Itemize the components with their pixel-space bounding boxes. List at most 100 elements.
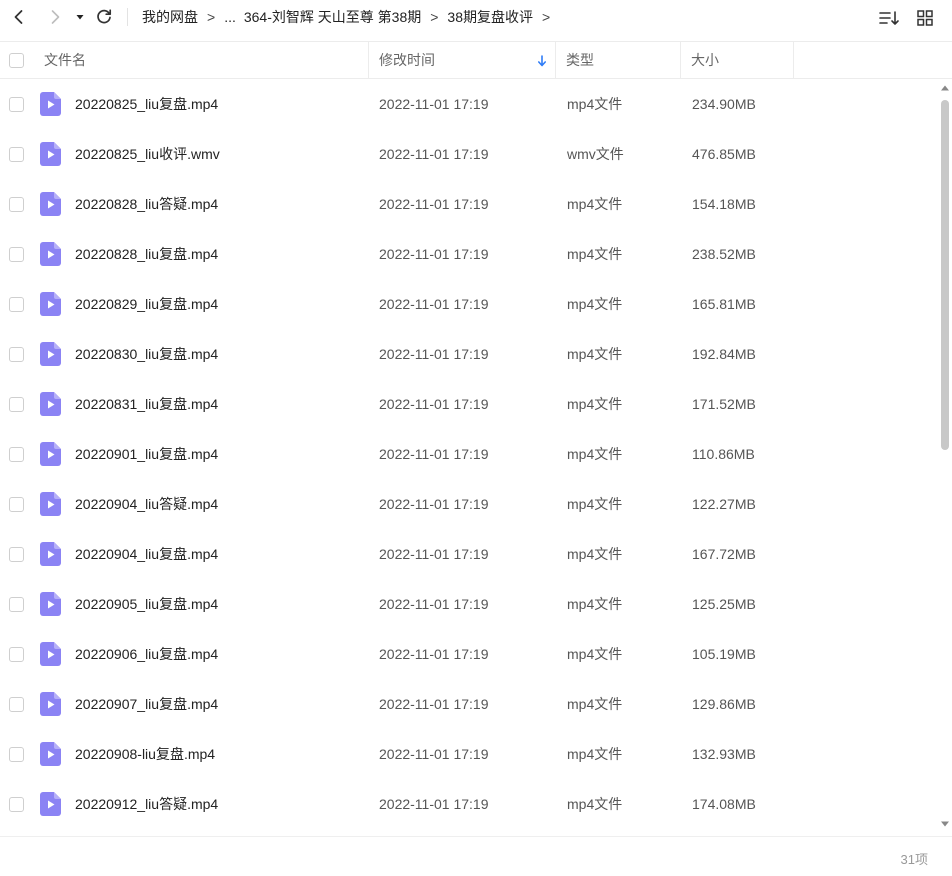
video-file-icon: [40, 342, 61, 366]
file-name[interactable]: 20220901_liu复盘.mp4: [75, 429, 218, 479]
file-name[interactable]: 20220828_liu答疑.mp4: [75, 179, 218, 229]
vertical-scrollbar[interactable]: [938, 84, 952, 832]
view-controls: [866, 5, 938, 31]
row-checkbox[interactable]: [9, 796, 24, 812]
row-checkbox[interactable]: [9, 546, 24, 562]
file-icon-cell: [40, 629, 61, 679]
file-size: 154.18MB: [692, 196, 756, 212]
table-row[interactable]: 20220904_liu复盘.mp4 2022-11-01 17:19 mp4文件 1…: [0, 529, 936, 579]
row-checkbox[interactable]: [9, 96, 24, 112]
table-header: 文件名 修改时间 类型 大小: [0, 41, 952, 79]
file-type: mp4文件: [567, 646, 623, 662]
refresh-button[interactable]: [91, 4, 117, 30]
file-name[interactable]: 20220825_liu收评.wmv: [75, 129, 220, 179]
file-name[interactable]: 20220825_liu复盘.mp4: [75, 79, 218, 129]
file-icon-cell: [40, 379, 61, 429]
row-checkbox-cell: [9, 129, 24, 179]
table-row[interactable]: 20220825_liu复盘.mp4 2022-11-01 17:19 mp4文件 2…: [0, 79, 936, 129]
file-type: mp4文件: [567, 446, 623, 462]
column-header-size[interactable]: 大小: [691, 42, 793, 78]
column-header-modified[interactable]: 修改时间: [379, 42, 555, 78]
file-name[interactable]: 20220904_liu答疑.mp4: [75, 479, 218, 529]
file-icon-cell: [40, 579, 61, 629]
file-name[interactable]: 20220906_liu复盘.mp4: [75, 629, 218, 679]
row-checkbox[interactable]: [9, 646, 24, 662]
column-header-modified-label: 修改时间: [379, 52, 435, 68]
column-header-type[interactable]: 类型: [566, 42, 680, 78]
file-icon-cell: [40, 779, 61, 829]
column-resizer[interactable]: [368, 42, 369, 78]
table-row[interactable]: 20220830_liu复盘.mp4 2022-11-01 17:19 mp4文件 1…: [0, 329, 936, 379]
file-type: mp4文件: [567, 346, 623, 362]
file-name[interactable]: 20220830_liu复盘.mp4: [75, 329, 218, 379]
back-button[interactable]: [6, 4, 32, 30]
file-name[interactable]: 20220904_liu复盘.mp4: [75, 529, 218, 579]
forward-button[interactable]: [42, 4, 68, 30]
file-type: mp4文件: [567, 796, 623, 812]
file-name[interactable]: 20220831_liu复盘.mp4: [75, 379, 218, 429]
row-checkbox[interactable]: [9, 296, 24, 312]
table-row[interactable]: 20220908-liu复盘.mp4 2022-11-01 17:19 mp4文件 1…: [0, 729, 936, 779]
row-checkbox-cell: [9, 579, 24, 629]
row-checkbox[interactable]: [9, 446, 24, 462]
table-row[interactable]: 20220825_liu收评.wmv 2022-11-01 17:19 wmv文件 4…: [0, 129, 936, 179]
table-row[interactable]: 20220901_liu复盘.mp4 2022-11-01 17:19 mp4文件 1…: [0, 429, 936, 479]
row-checkbox[interactable]: [9, 246, 24, 262]
file-name[interactable]: 20220907_liu复盘.mp4: [75, 679, 218, 729]
file-name[interactable]: 20220908-liu复盘.mp4: [75, 729, 215, 779]
file-type: mp4文件: [567, 246, 623, 262]
table-row[interactable]: 20220906_liu复盘.mp4 2022-11-01 17:19 mp4文件 1…: [0, 629, 936, 679]
table-row[interactable]: 20220829_liu复盘.mp4 2022-11-01 17:19 mp4文件 1…: [0, 279, 936, 329]
file-name[interactable]: 20220905_liu复盘.mp4: [75, 579, 218, 629]
row-checkbox-cell: [9, 679, 24, 729]
row-checkbox[interactable]: [9, 696, 24, 712]
file-icon-cell: [40, 479, 61, 529]
table-row[interactable]: 20220828_liu复盘.mp4 2022-11-01 17:19 mp4文件 2…: [0, 229, 936, 279]
file-name[interactable]: 20220829_liu复盘.mp4: [75, 279, 218, 329]
row-checkbox-cell: [9, 529, 24, 579]
table-row[interactable]: 20220905_liu复盘.mp4 2022-11-01 17:19 mp4文件 1…: [0, 579, 936, 629]
row-checkbox[interactable]: [9, 196, 24, 212]
column-resizer[interactable]: [555, 42, 556, 78]
table-row[interactable]: 20220831_liu复盘.mp4 2022-11-01 17:19 mp4文件 1…: [0, 379, 936, 429]
select-all-checkbox[interactable]: [9, 52, 24, 68]
grid-view-button[interactable]: [912, 5, 938, 31]
file-modified: 2022-11-01 17:19: [379, 796, 489, 812]
column-header-name[interactable]: 文件名: [44, 42, 368, 78]
row-checkbox[interactable]: [9, 746, 24, 762]
file-modified: 2022-11-01 17:19: [379, 646, 489, 662]
row-checkbox[interactable]: [9, 396, 24, 412]
history-dropdown-button[interactable]: [71, 4, 89, 30]
table-row[interactable]: 20220828_liu答疑.mp4 2022-11-01 17:19 mp4文件 1…: [0, 179, 936, 229]
scroll-up-arrow-icon[interactable]: [940, 84, 950, 92]
breadcrumb-folder[interactable]: 364-刘智辉 天山至尊 第38期: [244, 7, 421, 27]
file-icon-cell: [40, 429, 61, 479]
row-checkbox[interactable]: [9, 496, 24, 512]
column-resizer[interactable]: [680, 42, 681, 78]
file-browser: 我的网盘 > ... 364-刘智辉 天山至尊 第38期 > 38期复盘收评 >: [0, 0, 952, 876]
scrollbar-thumb[interactable]: [941, 100, 949, 450]
breadcrumb-ellipsis[interactable]: ...: [224, 9, 236, 25]
select-all-cell: [9, 42, 24, 78]
sort-button[interactable]: [876, 5, 902, 31]
row-checkbox[interactable]: [9, 346, 24, 362]
breadcrumb-current[interactable]: 38期复盘收评: [447, 7, 533, 27]
breadcrumb-root[interactable]: 我的网盘: [142, 7, 198, 27]
scroll-down-arrow-icon[interactable]: [940, 820, 950, 828]
row-checkbox[interactable]: [9, 596, 24, 612]
table-row[interactable]: 20220907_liu复盘.mp4 2022-11-01 17:19 mp4文件 1…: [0, 679, 936, 729]
file-name[interactable]: 20220912_liu答疑.mp4: [75, 779, 218, 829]
table-row[interactable]: 20220904_liu答疑.mp4 2022-11-01 17:19 mp4文件 1…: [0, 479, 936, 529]
file-list: 20220825_liu复盘.mp4 2022-11-01 17:19 mp4文件 2…: [0, 79, 936, 834]
file-type: mp4文件: [567, 596, 623, 612]
column-resizer[interactable]: [793, 42, 794, 78]
row-checkbox[interactable]: [9, 146, 24, 162]
file-name[interactable]: 20220828_liu复盘.mp4: [75, 229, 218, 279]
table-row[interactable]: 20220912_liu答疑.mp4 2022-11-01 17:19 mp4文件 1…: [0, 779, 936, 829]
file-icon-cell: [40, 179, 61, 229]
video-file-icon: [40, 742, 61, 766]
video-file-icon: [40, 492, 61, 516]
file-modified: 2022-11-01 17:19: [379, 196, 489, 212]
row-checkbox-cell: [9, 179, 24, 229]
video-file-icon: [40, 692, 61, 716]
